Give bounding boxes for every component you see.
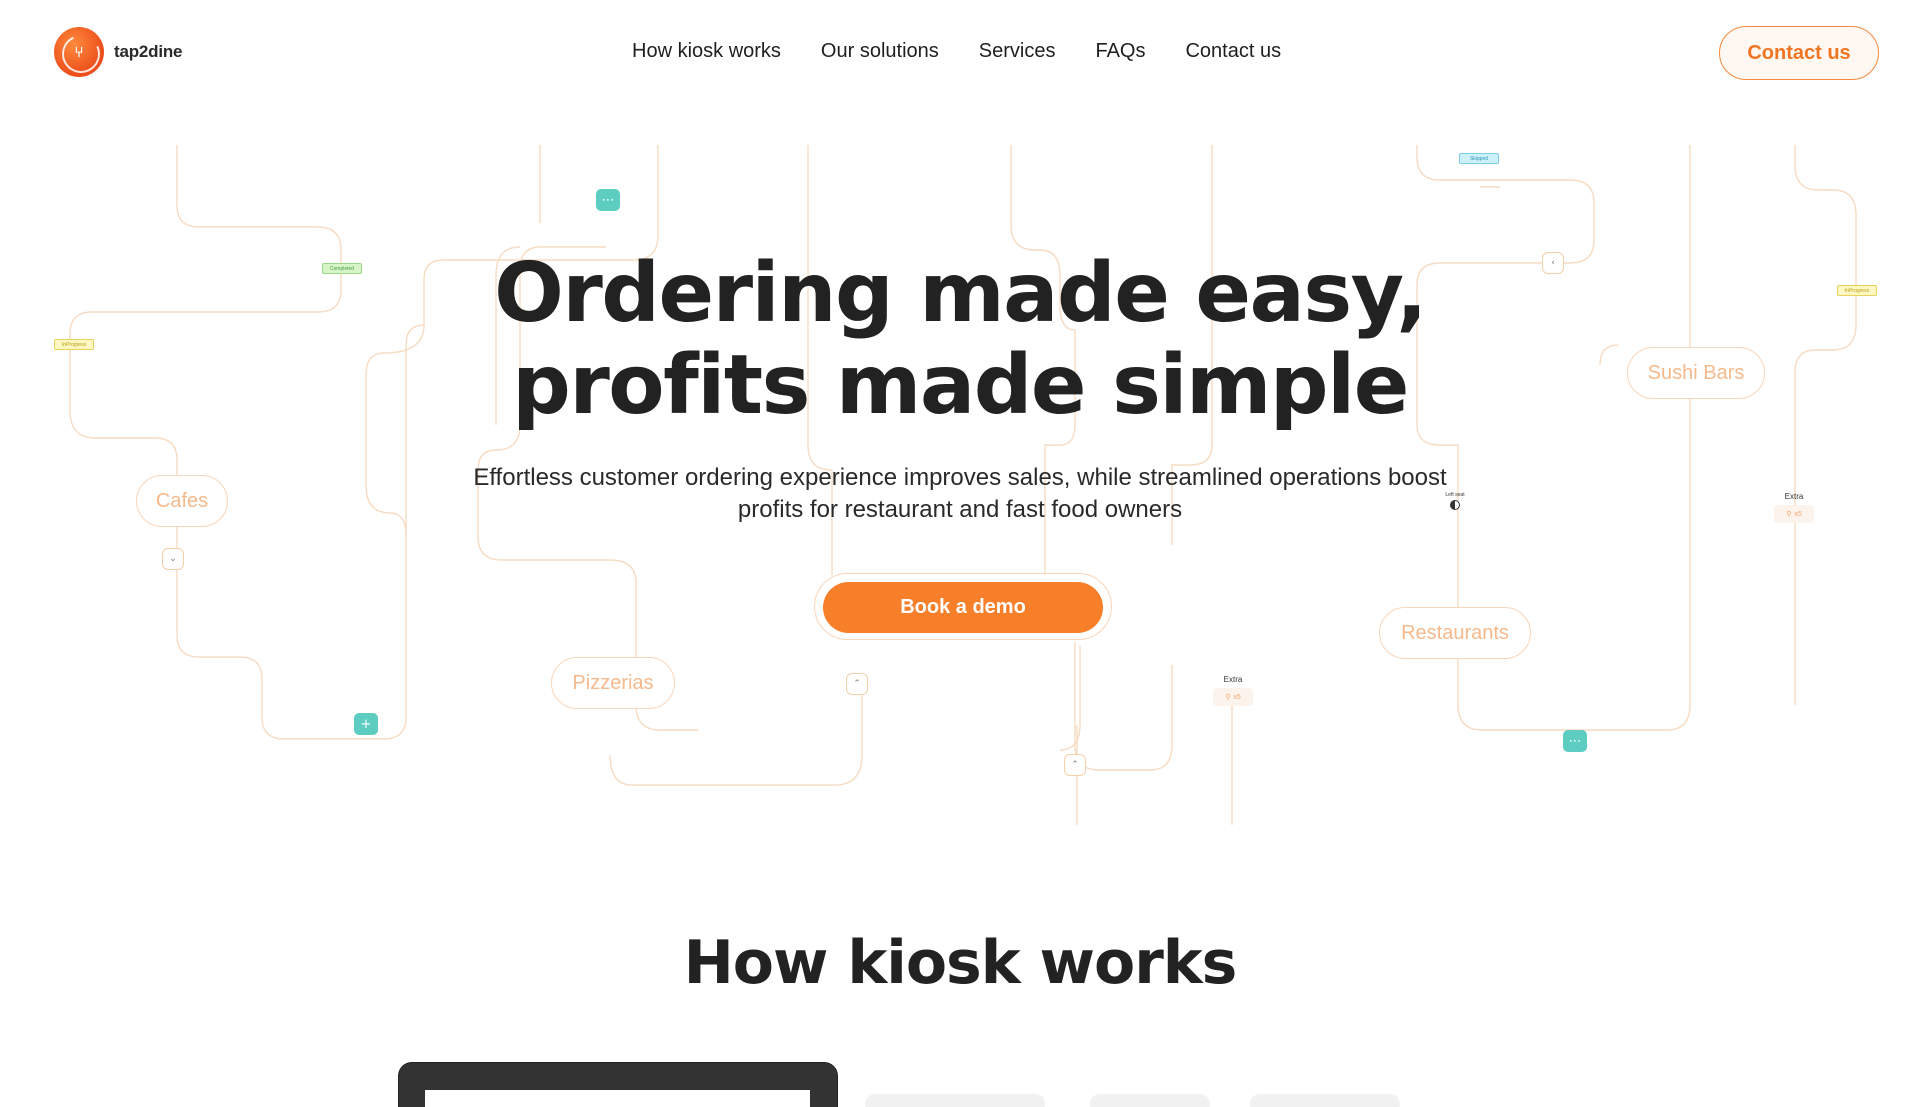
brand-logo[interactable]: ⑂ tap2dine — [54, 27, 183, 77]
hero-title: Ordering made easy, profits made simple — [494, 246, 1427, 433]
extra-chip: ⚲ x5 — [1213, 688, 1253, 706]
more-dots-icon[interactable]: ⋯ — [1563, 730, 1587, 752]
chevron-up-icon[interactable]: ⌃ — [846, 673, 868, 695]
chevron-down-icon[interactable]: ⌄ — [162, 548, 184, 570]
main-nav: How kiosk works Our solutions Services F… — [632, 40, 1281, 63]
nav-faqs[interactable]: FAQs — [1095, 40, 1145, 63]
plus-icon[interactable]: + — [354, 713, 378, 735]
tag-sushi-bars: Sushi Bars — [1627, 347, 1765, 399]
brand-name: tap2dine — [114, 42, 183, 61]
book-demo-button[interactable]: Book a demo — [823, 582, 1103, 633]
user-icon: ⚲ — [1225, 694, 1231, 701]
chevron-left-icon[interactable]: ‹ — [1542, 252, 1564, 274]
extra-widget: Extra ⚲ x5 — [1213, 675, 1253, 706]
tag-restaurants: Restaurants — [1379, 607, 1531, 659]
placeholder-bar — [1250, 1094, 1400, 1107]
section-title: How kiosk works — [683, 928, 1238, 998]
logo-icon: ⑂ — [54, 27, 104, 77]
placeholder-bar — [865, 1094, 1045, 1107]
chevron-up-icon[interactable]: ⌃ — [1064, 754, 1086, 776]
status-completed: Completed — [322, 263, 362, 274]
nav-our-solutions[interactable]: Our solutions — [821, 40, 939, 63]
user-icon: ⚲ — [1786, 511, 1792, 518]
status-inprogress: InProgress — [54, 339, 94, 350]
kiosk-screen — [425, 1090, 810, 1107]
extra-widget-right: Extra ⚲ x5 — [1774, 492, 1814, 523]
nav-contact-us[interactable]: Contact us — [1185, 40, 1281, 63]
extra-chip: ⚲ x5 — [1774, 505, 1814, 523]
status-inprogress-right: InProgress — [1837, 285, 1877, 296]
contact-us-button[interactable]: Contact us — [1719, 26, 1879, 80]
hero-subtitle: Effortless customer ordering experience … — [473, 464, 1447, 523]
more-dots-icon[interactable]: ⋯ — [596, 189, 620, 211]
nav-how-kiosk-works[interactable]: How kiosk works — [632, 40, 781, 63]
nav-services[interactable]: Services — [979, 40, 1056, 63]
half-circle-icon — [1450, 500, 1460, 510]
tag-cafes: Cafes — [136, 475, 228, 527]
placeholder-bar — [1090, 1094, 1210, 1107]
site-header: ⑂ tap2dine How kiosk works Our solutions… — [0, 0, 1919, 105]
status-skipped: Skipped — [1459, 153, 1499, 164]
tag-pizzerias: Pizzerias — [551, 657, 675, 709]
